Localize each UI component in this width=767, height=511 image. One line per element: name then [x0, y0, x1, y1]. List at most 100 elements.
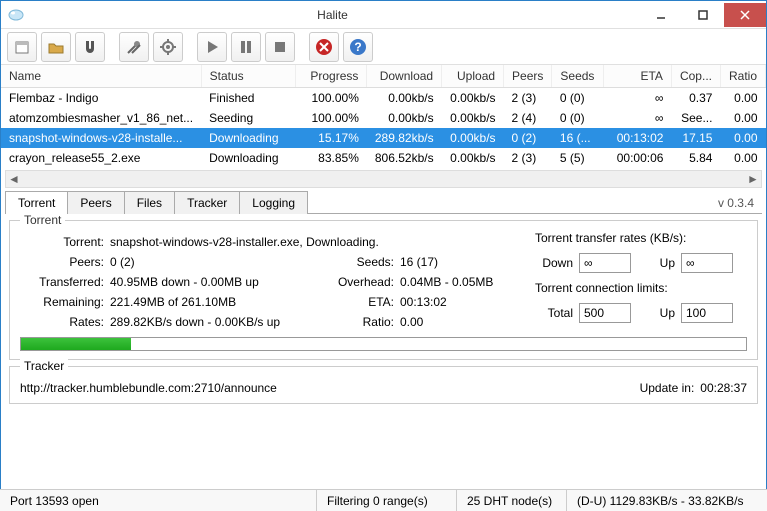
status-speed: (D-U) 1129.83KB/s - 33.82KB/s: [567, 490, 767, 511]
cell-seeds: 0 (0): [552, 108, 604, 128]
cell-name: snapshot-windows-v28-installe...: [1, 128, 201, 148]
help-button[interactable]: ?: [343, 32, 373, 62]
version-label: v 0.3.4: [718, 196, 762, 213]
up-label: Up: [637, 256, 675, 270]
col-ratio[interactable]: Ratio: [720, 65, 765, 88]
col-progress[interactable]: Progress: [295, 65, 366, 88]
seeds-value: 16 (17): [400, 255, 550, 269]
maximize-button[interactable]: [682, 3, 724, 27]
cell-peers: 0 (2): [504, 128, 552, 148]
cell-progress: 100.00%: [295, 108, 366, 128]
scroll-right-icon[interactable]: ►: [745, 171, 761, 187]
ratio-value: 0.00: [400, 315, 550, 329]
cell-ratio: 0.00: [720, 148, 765, 168]
cell-upload: 0.00kb/s: [442, 148, 504, 168]
progress-bar: [20, 337, 747, 351]
update-label: Update in:: [640, 381, 695, 395]
cell-status: Seeding: [201, 108, 295, 128]
rates-label: Rates:: [20, 315, 110, 329]
cell-cop: 5.84: [671, 148, 720, 168]
torrent-label: Torrent:: [20, 235, 110, 249]
transferred-label: Transferred:: [20, 275, 110, 289]
down-input[interactable]: [579, 253, 631, 273]
new-torrent-button[interactable]: [7, 32, 37, 62]
horizontal-scrollbar[interactable]: ◄ ►: [5, 170, 762, 188]
limits-header: Torrent connection limits:: [535, 281, 745, 295]
tracker-legend: Tracker: [20, 359, 68, 373]
cell-upload: 0.00kb/s: [442, 108, 504, 128]
window-titlebar: Halite: [1, 1, 766, 29]
cell-download: 0.00kb/s: [367, 88, 442, 109]
close-button[interactable]: [724, 3, 766, 27]
col-eta[interactable]: ETA: [604, 65, 672, 88]
minimize-button[interactable]: [640, 3, 682, 27]
remaining-label: Remaining:: [20, 295, 110, 309]
cell-progress: 83.85%: [295, 148, 366, 168]
cell-download: 289.82kb/s: [367, 128, 442, 148]
cell-ratio: 0.00: [720, 108, 765, 128]
cell-peers: 2 (4): [504, 108, 552, 128]
cell-status: Finished: [201, 88, 295, 109]
table-row[interactable]: atomzombiesmasher_v1_86_net...Seeding100…: [1, 108, 766, 128]
cell-eta: 00:00:06: [604, 148, 672, 168]
up2-input[interactable]: [681, 303, 733, 323]
col-peers[interactable]: Peers: [504, 65, 552, 88]
app-icon: [7, 6, 25, 24]
overhead-value: 0.04MB - 0.05MB: [400, 275, 550, 289]
window-title: Halite: [25, 8, 640, 22]
cell-name: atomzombiesmasher_v1_86_net...: [1, 108, 201, 128]
pause-button[interactable]: [231, 32, 261, 62]
tools-button[interactable]: [119, 32, 149, 62]
cell-cop: 17.15: [671, 128, 720, 148]
settings-button[interactable]: [153, 32, 183, 62]
tab-logging[interactable]: Logging: [239, 191, 308, 214]
peers-label: Peers:: [20, 255, 110, 269]
col-seeds[interactable]: Seeds: [552, 65, 604, 88]
tab-torrent[interactable]: Torrent: [5, 191, 68, 214]
rates-value: 289.82KB/s down - 0.00KB/s up: [110, 315, 330, 329]
up-input[interactable]: [681, 253, 733, 273]
cell-name: Flembaz - Indigo: [1, 88, 201, 109]
cell-progress: 100.00%: [295, 88, 366, 109]
overhead-label: Overhead:: [330, 275, 400, 289]
total-input[interactable]: [579, 303, 631, 323]
cell-peers: 2 (3): [504, 88, 552, 109]
tab-files[interactable]: Files: [124, 191, 175, 214]
col-status[interactable]: Status: [201, 65, 295, 88]
peers-value: 0 (2): [110, 255, 330, 269]
tab-row: TorrentPeersFilesTrackerLogging v 0.3.4: [5, 190, 762, 214]
cell-cop: See...: [671, 108, 720, 128]
table-row[interactable]: crayon_release55_2.exeDownloading83.85%8…: [1, 148, 766, 168]
torrent-table: Name Status Progress Download Upload Pee…: [1, 65, 766, 168]
tab-peers[interactable]: Peers: [67, 191, 124, 214]
torrent-detail-panel: Torrent Torrent: snapshot-windows-v28-in…: [9, 220, 758, 360]
tracker-panel: Tracker http://tracker.humblebundle.com:…: [9, 366, 758, 404]
stop-button[interactable]: [265, 32, 295, 62]
table-row[interactable]: Flembaz - IndigoFinished100.00%0.00kb/s 0…: [1, 88, 766, 109]
magnet-button[interactable]: [75, 32, 105, 62]
tab-tracker[interactable]: Tracker: [174, 191, 240, 214]
col-download[interactable]: Download: [367, 65, 442, 88]
status-port: Port 13593 open: [0, 490, 317, 511]
eta-label: ETA:: [330, 295, 400, 309]
cell-seeds: 0 (0): [552, 88, 604, 109]
col-cop[interactable]: Cop...: [671, 65, 720, 88]
scroll-left-icon[interactable]: ◄: [6, 171, 22, 187]
table-row[interactable]: snapshot-windows-v28-installe...Download…: [1, 128, 766, 148]
tracker-url: http://tracker.humblebundle.com:2710/ann…: [20, 381, 640, 395]
cell-download: 806.52kb/s: [367, 148, 442, 168]
down-label: Down: [535, 256, 573, 270]
panel-legend: Torrent: [20, 213, 65, 227]
ratio-label: Ratio:: [330, 315, 400, 329]
cell-status: Downloading: [201, 128, 295, 148]
rates-header: Torrent transfer rates (KB/s):: [535, 231, 745, 245]
status-filter: Filtering 0 range(s): [317, 490, 457, 511]
remove-button[interactable]: [309, 32, 339, 62]
cell-seeds: 5 (5): [552, 148, 604, 168]
open-button[interactable]: [41, 32, 71, 62]
table-header-row[interactable]: Name Status Progress Download Upload Pee…: [1, 65, 766, 88]
col-upload[interactable]: Upload: [442, 65, 504, 88]
col-name[interactable]: Name: [1, 65, 201, 88]
eta-value: 00:13:02: [400, 295, 550, 309]
play-button[interactable]: [197, 32, 227, 62]
